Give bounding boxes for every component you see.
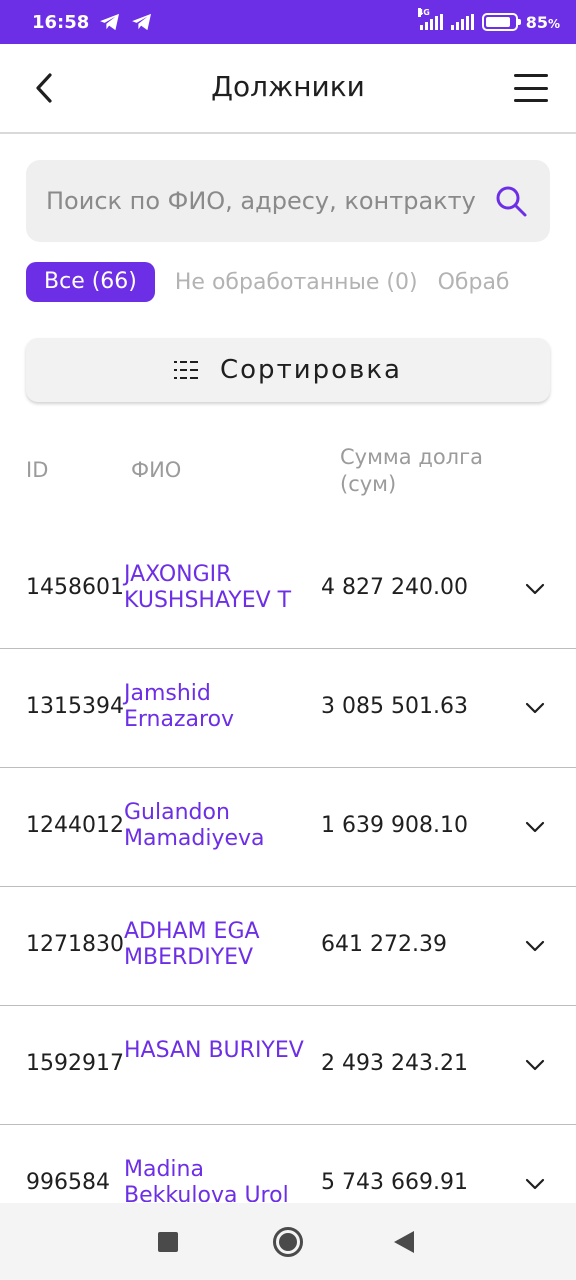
filter-tab-unprocessed[interactable]: Не обработанные (0): [175, 270, 418, 295]
hamburger-line: [514, 74, 548, 77]
home-button[interactable]: [273, 1227, 303, 1257]
signal-icon: [450, 14, 474, 30]
debtor-name[interactable]: Jamshid Ernazarov: [124, 681, 314, 733]
status-time: 16:58: [32, 11, 90, 33]
debt-amount: 1 639 908.10: [321, 813, 468, 838]
column-header-name: ФИО: [131, 458, 182, 482]
debt-amount: 641 272.39: [321, 932, 447, 957]
page-title: Должники: [211, 70, 365, 103]
system-nav-bar: [0, 1203, 576, 1280]
telegram-icon: [100, 13, 120, 31]
hamburger-line: [514, 99, 548, 102]
status-right: 4G 85%: [417, 8, 560, 32]
network-type: 4G: [417, 8, 430, 17]
debtor-name[interactable]: Gulandon Mamadiyeva: [124, 800, 314, 852]
chevron-down-icon[interactable]: [524, 816, 546, 838]
debtor-id: 1458601: [26, 575, 124, 600]
recent-apps-button[interactable]: [158, 1232, 178, 1252]
search-box: [26, 160, 550, 242]
debtor-list: 1458601 JAXONGIR KUSHSHAYEV T 4 827 240.…: [0, 530, 576, 1202]
signal-4g-icon: 4G: [417, 8, 443, 30]
table-row[interactable]: 1271830 ADHAM EGA MBERDIYEV 641 272.39: [0, 887, 576, 1006]
debtor-id: 1244012: [26, 813, 124, 838]
search-input[interactable]: [46, 187, 496, 215]
battery-fill: [485, 17, 510, 27]
table-row[interactable]: 1315394 Jamshid Ernazarov 3 085 501.63: [0, 649, 576, 768]
column-header-id: ID: [26, 458, 49, 482]
debtor-name[interactable]: JAXONGIR KUSHSHAYEV T: [124, 562, 314, 614]
debtor-name[interactable]: HASAN BURIYEV: [124, 1038, 314, 1064]
chevron-down-icon[interactable]: [524, 935, 546, 957]
battery-percent: 85%: [525, 12, 560, 32]
chevron-down-icon[interactable]: [524, 578, 546, 600]
menu-button[interactable]: [514, 72, 548, 104]
debt-amount: 2 493 243.21: [321, 1051, 468, 1076]
status-bar: 16:58 4G 85%: [0, 0, 576, 44]
system-back-button[interactable]: [394, 1231, 414, 1253]
debt-amount: 5 743 669.91: [321, 1170, 468, 1195]
debtor-id: 996584: [26, 1170, 110, 1195]
sort-label: Сортировка: [220, 355, 402, 385]
table-header: ID ФИО Сумма долга (сум): [0, 444, 576, 504]
chevron-down-icon[interactable]: [524, 1054, 546, 1076]
hamburger-line: [514, 86, 548, 90]
table-row[interactable]: 1244012 Gulandon Mamadiyeva 1 639 908.10: [0, 768, 576, 887]
search-icon[interactable]: [494, 184, 528, 218]
column-header-sum: Сумма долга (сум): [340, 445, 484, 496]
battery-icon: [481, 13, 521, 31]
debtor-name[interactable]: Madina Bekkulova Urol: [124, 1157, 314, 1202]
sort-button[interactable]: Сортировка: [26, 338, 550, 402]
debtor-id: 1592917: [26, 1051, 124, 1076]
filter-tab-processed[interactable]: Обраб: [438, 270, 510, 295]
table-row[interactable]: 1458601 JAXONGIR KUSHSHAYEV T 4 827 240.…: [0, 530, 576, 649]
filter-tab-all[interactable]: Все (66): [26, 262, 155, 302]
table-row[interactable]: 1592917 HASAN BURIYEV 2 493 243.21: [0, 1006, 576, 1125]
grid-icon: [174, 361, 198, 379]
debt-amount: 4 827 240.00: [321, 575, 468, 600]
home-icon: [279, 1233, 297, 1251]
table-row[interactable]: 996584 Madina Bekkulova Urol 5 743 669.9…: [0, 1125, 576, 1202]
debt-amount: 3 085 501.63: [321, 694, 468, 719]
filter-tabs: Все (66) Не обработанные (0) Обраб: [26, 262, 576, 302]
chevron-down-icon[interactable]: [524, 1173, 546, 1195]
debtor-name[interactable]: ADHAM EGA MBERDIYEV: [124, 919, 314, 971]
chevron-down-icon[interactable]: [524, 697, 546, 719]
debtor-id: 1271830: [26, 932, 124, 957]
telegram-icon: [132, 13, 152, 31]
status-left: 16:58: [32, 12, 153, 33]
debtor-id: 1315394: [26, 694, 124, 719]
app-header: Должники: [0, 44, 576, 134]
